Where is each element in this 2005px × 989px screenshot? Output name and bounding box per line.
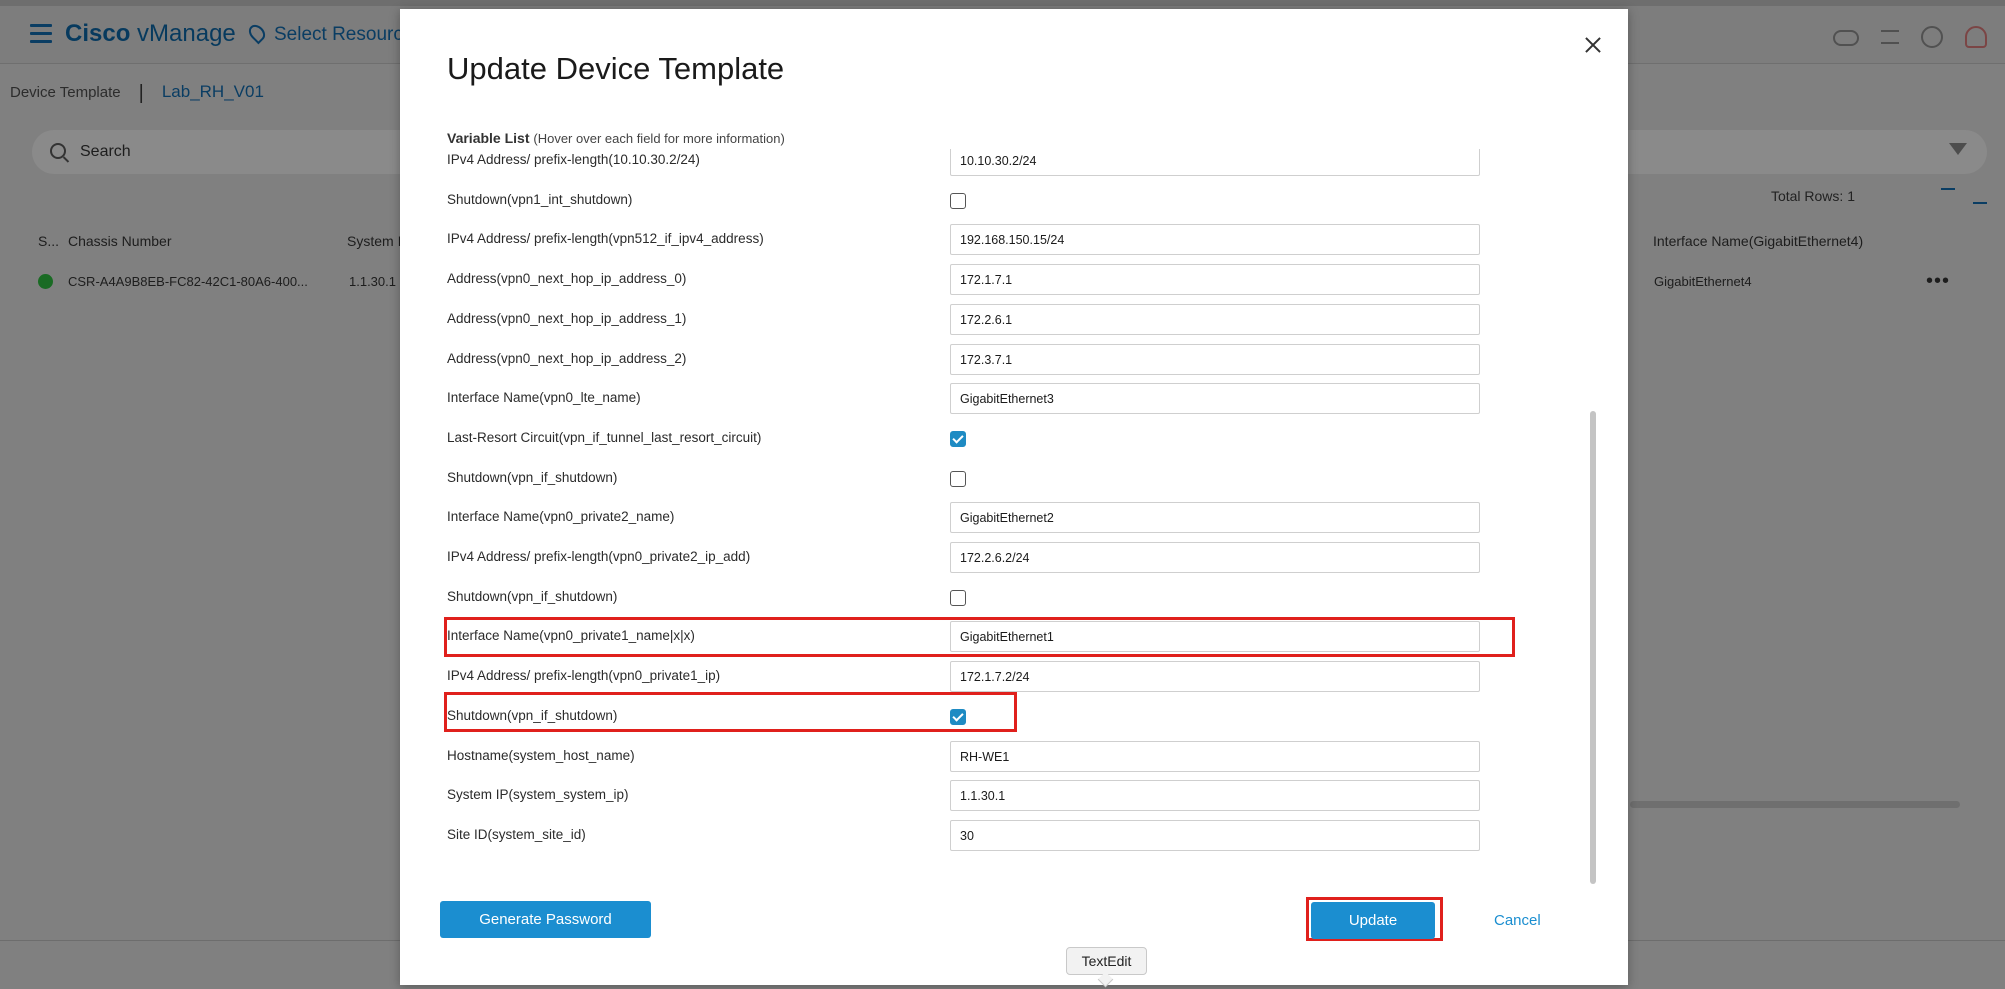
breadcrumb-parent[interactable]: Device Template: [10, 84, 121, 101]
variable-checkbox[interactable]: [950, 470, 966, 487]
variable-row: IPv4 Address/ prefix-length(10.10.30.2/2…: [447, 149, 1587, 181]
tasks-icon[interactable]: [1881, 30, 1899, 44]
variable-checkbox[interactable]: [950, 430, 966, 447]
variable-input[interactable]: GigabitEthernet3: [950, 383, 1480, 415]
variable-input[interactable]: 172.2.6.2/24: [950, 542, 1480, 573]
variable-list-header: Variable List (Hover over each field for…: [447, 130, 785, 146]
update-device-template-dialog: Update Device Template Variable List (Ho…: [400, 9, 1628, 985]
variable-label: Site ID(system_site_id): [447, 826, 586, 842]
variable-row: Address(vpn0_next_hop_ip_address_1) 172.2…: [447, 300, 1587, 340]
total-rows: Total Rows: 1: [1770, 188, 1855, 204]
variable-label: Interface Name(vpn0_private1_name|x|x): [447, 628, 695, 644]
variable-row: IPv4 Address/ prefix-length(vpn0_private…: [447, 538, 1587, 578]
variable-label: IPv4 Address/ prefix-length(vpn0_private…: [447, 668, 721, 684]
more-icon[interactable]: •••: [1926, 270, 1950, 293]
variable-label: Shutdown(vpn_if_shutdown): [447, 469, 618, 485]
cell-chassis: CSR-A4A9B8EB-FC82-42C1-80A6-400...: [68, 274, 308, 289]
location-pin-icon: [245, 21, 269, 45]
search-input[interactable]: Search: [80, 143, 131, 161]
variable-row: Address(vpn0_next_hop_ip_address_0) 172.1…: [447, 260, 1587, 300]
cancel-button[interactable]: Cancel: [1494, 912, 1541, 929]
variable-row: System IP(system_system_ip) 1.1.30.1: [447, 776, 1587, 816]
variable-row: Site ID(system_site_id) 30: [447, 816, 1587, 856]
download-icon[interactable]: [1973, 188, 1987, 204]
breadcrumb-separator: |: [138, 82, 144, 104]
variable-label: Shutdown(vpn1_int_shutdown): [447, 191, 633, 207]
close-icon[interactable]: [1583, 35, 1603, 55]
variable-label: Hostname(system_host_name): [447, 747, 635, 763]
breadcrumb-current: Lab_RH_V01: [161, 82, 264, 101]
horizontal-scrollbar[interactable]: [1630, 801, 1960, 808]
variable-row: Interface Name(vpn0_private2_name) Gigabi…: [447, 498, 1587, 538]
cell-interface: GigabitEthernet4: [1654, 274, 1752, 289]
variable-list-title: Variable List: [447, 130, 530, 146]
variable-label: Address(vpn0_next_hop_ip_address_2): [447, 350, 687, 366]
variable-label: Address(vpn0_next_hop_ip_address_1): [447, 310, 687, 326]
variable-checkbox[interactable]: [950, 192, 966, 209]
variable-row: Address(vpn0_next_hop_ip_address_2) 172.3…: [447, 340, 1587, 380]
generate-password-button[interactable]: Generate Password: [440, 901, 651, 938]
collapse-icon[interactable]: [1941, 188, 1955, 204]
variable-label: IPv4 Address/ prefix-length(10.10.30.2/2…: [447, 152, 700, 167]
variable-input[interactable]: 192.168.150.15/24: [950, 224, 1480, 256]
variable-input[interactable]: 172.2.6.1: [950, 303, 1480, 335]
variable-label: Address(vpn0_next_hop_ip_address_0): [447, 271, 687, 287]
variable-label: System IP(system_system_ip): [447, 787, 629, 803]
variable-list: IPv4 Address/ prefix-length(10.10.30.2/2…: [447, 149, 1587, 864]
variable-label: Interface Name(vpn0_private2_name): [447, 509, 675, 525]
variable-row: Shutdown(vpn_if_shutdown): [447, 697, 1587, 737]
help-icon[interactable]: [1921, 26, 1943, 48]
menu-icon[interactable]: [30, 24, 52, 44]
variable-row: Interface Name(vpn0_private1_name|x|x) Gi…: [447, 617, 1587, 657]
variable-row: Last-Resort Circuit(vpn_if_tunnel_last_r…: [447, 419, 1587, 459]
variable-input[interactable]: 172.1.7.2/24: [950, 661, 1480, 693]
header-interface-name[interactable]: Interface Name(GigabitEthernet4): [1653, 233, 1863, 249]
variable-row: Shutdown(vpn1_int_shutdown): [447, 181, 1587, 221]
filter-icon[interactable]: [1949, 143, 1967, 155]
header-chassis-number[interactable]: Chassis Number: [68, 233, 171, 249]
cell-system-ip: 1.1.30.1: [349, 274, 396, 289]
variable-label: Shutdown(vpn_if_shutdown): [447, 707, 618, 723]
variable-input[interactable]: 172.1.7.1: [950, 264, 1480, 296]
variable-input[interactable]: 10.10.30.2/24: [950, 149, 1480, 176]
variable-label: Last-Resort Circuit(vpn_if_tunnel_last_r…: [447, 429, 762, 445]
variable-input[interactable]: 172.3.7.1: [950, 343, 1480, 375]
search-icon: [50, 143, 66, 159]
textedit-tooltip: TextEdit: [1066, 947, 1147, 975]
variable-row: IPv4 Address/ prefix-length(vpn0_private…: [447, 657, 1587, 697]
variable-label: Interface Name(vpn0_lte_name): [447, 390, 641, 406]
brand-logo: Cisco vManage: [65, 20, 236, 47]
variable-checkbox[interactable]: [950, 708, 966, 725]
variable-checkbox[interactable]: [950, 589, 966, 606]
variable-row: Hostname(system_host_name) RH-WE1: [447, 737, 1587, 777]
breadcrumb: Device Template | Lab_RH_V01: [10, 82, 264, 105]
dialog-title: Update Device Template: [447, 51, 785, 86]
cloud-icon[interactable]: [1833, 30, 1859, 46]
vertical-scrollbar-thumb[interactable]: [1590, 411, 1596, 884]
variable-label: Shutdown(vpn_if_shutdown): [447, 588, 618, 604]
variable-row: IPv4 Address/ prefix-length(vpn512_if_ip…: [447, 220, 1587, 260]
top-icons: [1833, 26, 1987, 48]
variable-label: IPv4 Address/ prefix-length(vpn0_private…: [447, 549, 751, 564]
variable-list-hint: (Hover over each field for more informat…: [533, 131, 785, 146]
update-button[interactable]: Update: [1311, 902, 1435, 939]
bell-icon[interactable]: [1965, 26, 1987, 48]
header-status[interactable]: S...: [38, 233, 59, 249]
header-system-ip[interactable]: System I: [347, 233, 401, 249]
variable-input[interactable]: GigabitEthernet1: [950, 621, 1480, 653]
variable-input[interactable]: 30: [950, 819, 1480, 851]
variable-input[interactable]: GigabitEthernet2: [950, 502, 1480, 534]
variable-input[interactable]: 1.1.30.1: [950, 780, 1480, 812]
variable-row: Interface Name(vpn0_lte_name) GigabitEthe…: [447, 379, 1587, 419]
status-ok-icon: [38, 274, 53, 289]
variable-label: IPv4 Address/ prefix-length(vpn512_if_ip…: [447, 231, 764, 247]
variable-input[interactable]: RH-WE1: [950, 740, 1480, 772]
select-resource-button[interactable]: Select Resource: [245, 21, 413, 46]
variable-row: Shutdown(vpn_if_shutdown): [447, 578, 1587, 618]
variable-row: Shutdown(vpn_if_shutdown): [447, 459, 1587, 499]
